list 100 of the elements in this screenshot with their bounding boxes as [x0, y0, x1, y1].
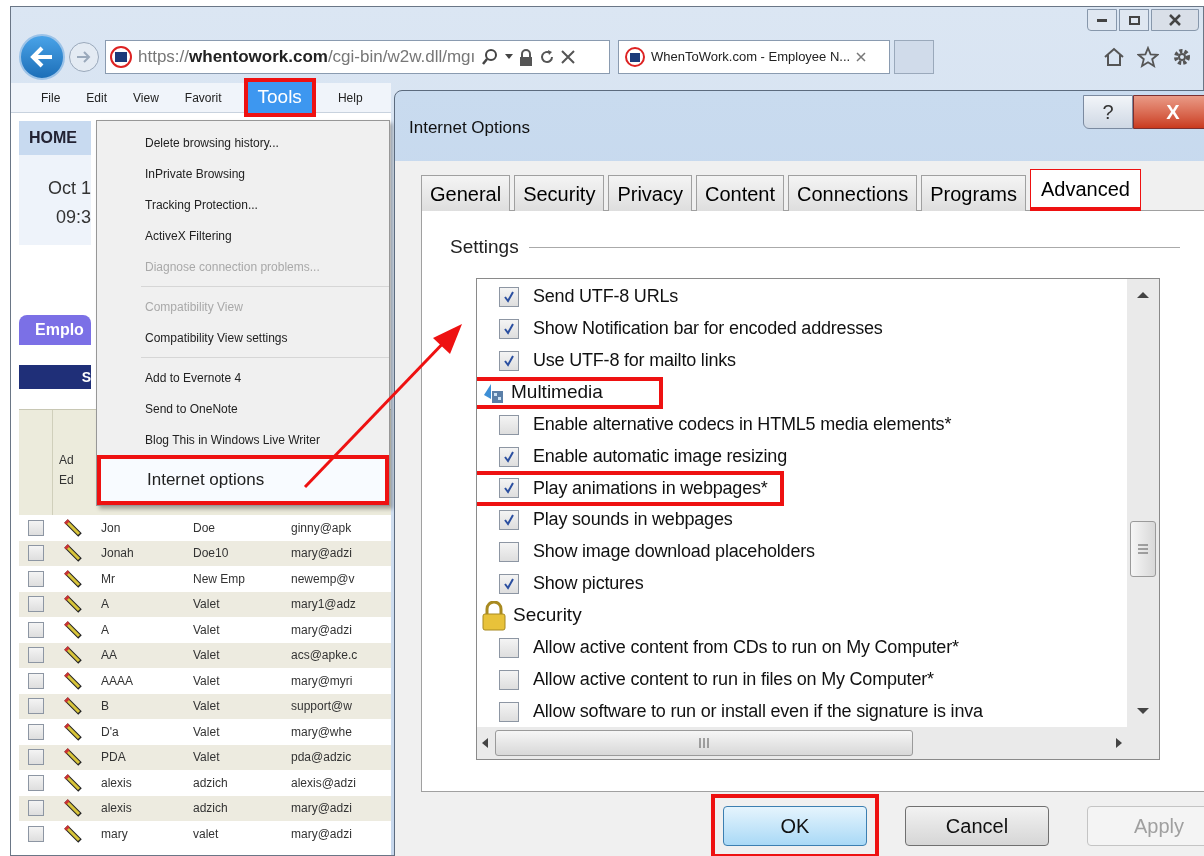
section-tab[interactable]: Emplo: [19, 315, 91, 345]
settings-option[interactable]: Show Notification bar for encoded addresses: [477, 312, 899, 345]
dialog-tab[interactable]: Privacy: [608, 175, 692, 211]
checkbox[interactable]: [28, 621, 44, 638]
settings-option[interactable]: Show pictures: [477, 567, 660, 600]
menu-item[interactable]: Edit: [82, 84, 112, 111]
dialog-button[interactable]: OK: [723, 806, 867, 846]
pencil-icon[interactable]: [63, 619, 83, 640]
right-arrow-icon[interactable]: [1115, 737, 1123, 748]
checkbox[interactable]: [499, 541, 519, 562]
menu-option[interactable]: Delete browsing history...: [97, 127, 389, 158]
browser-tab[interactable]: WhenToWork.com - Employee N...: [618, 40, 890, 74]
checkbox[interactable]: [499, 701, 519, 722]
pencil-icon[interactable]: [63, 772, 83, 793]
settings-option[interactable]: Play sounds in webpages: [477, 503, 749, 536]
menu-option[interactable]: Blog This in Windows Live Writer: [97, 424, 389, 455]
checkbox[interactable]: [28, 570, 44, 587]
menu-option[interactable]: Add to Evernote 4: [97, 362, 389, 393]
settings-option[interactable]: Allow active content from CDs to run on My Computer*: [477, 631, 975, 664]
pencil-icon[interactable]: [63, 517, 83, 538]
dialog-tab[interactable]: Content: [696, 175, 785, 211]
menu-option[interactable]: Tracking Protection...: [97, 189, 389, 220]
checkbox[interactable]: [28, 519, 44, 536]
checkbox[interactable]: [28, 774, 44, 791]
menu-option[interactable]: InPrivate Browsing: [97, 158, 389, 189]
checkbox[interactable]: [28, 698, 44, 715]
checkbox[interactable]: [499, 350, 519, 371]
checkbox[interactable]: [499, 318, 519, 339]
maximize-button[interactable]: [1119, 9, 1149, 31]
horizontal-scrollbar[interactable]: [477, 726, 1127, 759]
pencil-icon[interactable]: [63, 721, 83, 742]
menu-item[interactable]: View: [129, 84, 163, 111]
scroll-thumb[interactable]: [495, 729, 913, 756]
checkbox[interactable]: [499, 414, 519, 435]
menu-item[interactable]: Help: [333, 84, 367, 111]
dialog-tab[interactable]: Programs: [921, 175, 1026, 211]
home-icon[interactable]: [1103, 46, 1125, 68]
vertical-scrollbar[interactable]: [1127, 278, 1159, 759]
dialog-tab[interactable]: Connections: [788, 175, 918, 211]
settings-option[interactable]: Allow active content to run in files on My Computer*: [477, 663, 950, 696]
refresh-icon[interactable]: [539, 49, 556, 65]
checkbox[interactable]: [499, 669, 519, 690]
settings-option[interactable]: Send UTF-8 URLs: [477, 280, 695, 313]
checkbox[interactable]: [499, 573, 519, 594]
table-cell-text: A: [100, 596, 110, 614]
left-arrow-icon[interactable]: [481, 737, 489, 748]
pencil-icon[interactable]: [63, 568, 83, 589]
scroll-thumb[interactable]: [1130, 520, 1156, 577]
pencil-icon[interactable]: [63, 543, 83, 564]
back-button[interactable]: [19, 34, 65, 80]
star-icon[interactable]: [1137, 46, 1159, 68]
settings-icon[interactable]: [1171, 46, 1193, 68]
settings-option[interactable]: Allow software to run or install even if the signature is inva: [477, 695, 999, 727]
checkbox[interactable]: [28, 647, 44, 664]
dialog-tab[interactable]: Advanced: [1029, 169, 1141, 211]
checkbox[interactable]: [28, 825, 44, 842]
settings-option[interactable]: Show image download placeholders: [477, 535, 831, 568]
pencil-icon[interactable]: [63, 594, 83, 615]
close-icon[interactable]: [856, 52, 867, 62]
settings-option[interactable]: Use UTF-8 for mailto links: [477, 344, 752, 377]
pencil-icon[interactable]: [63, 823, 83, 844]
checkbox[interactable]: [28, 545, 44, 562]
checkbox[interactable]: [499, 446, 519, 467]
pencil-icon[interactable]: [63, 645, 83, 666]
checkbox[interactable]: [28, 596, 44, 613]
pencil-icon[interactable]: [63, 798, 83, 819]
pencil-icon[interactable]: [63, 670, 83, 691]
pencil-icon[interactable]: [63, 696, 83, 717]
menu-option[interactable]: Compatibility View settings: [97, 322, 389, 353]
checkbox[interactable]: [499, 286, 519, 307]
down-arrow-icon[interactable]: [1137, 706, 1149, 715]
dialog-button[interactable]: Cancel: [905, 806, 1049, 846]
settings-option[interactable]: Play animations in webpages*: [477, 470, 784, 506]
checkbox[interactable]: [28, 672, 44, 689]
checkbox[interactable]: [499, 478, 519, 498]
stop-icon[interactable]: [561, 50, 576, 64]
dialog-tab[interactable]: General: [421, 175, 511, 211]
checkbox[interactable]: [499, 509, 519, 530]
menu-option[interactable]: Internet options: [97, 455, 389, 505]
menu-option[interactable]: Send to OneNote: [97, 393, 389, 424]
home-tab[interactable]: HOME: [19, 121, 91, 155]
menu-item[interactable]: Favorit: [180, 84, 226, 111]
address-bar[interactable]: https://whentowork.com/cgi-bin/w2w.dll/mgı: [105, 40, 610, 74]
help-button[interactable]: ?: [1083, 95, 1133, 129]
up-arrow-icon[interactable]: [1137, 290, 1149, 299]
close-button[interactable]: [1151, 9, 1199, 31]
checkbox[interactable]: [499, 637, 519, 658]
dialog-tab[interactable]: Security: [514, 175, 605, 211]
checkbox[interactable]: [28, 749, 44, 766]
settings-option[interactable]: Enable alternative codecs in HTML5 media elements*: [477, 408, 968, 441]
caret-icon[interactable]: [505, 54, 514, 60]
pencil-icon[interactable]: [63, 747, 83, 768]
search-icon[interactable]: [481, 48, 500, 66]
minimize-button[interactable]: [1087, 9, 1117, 31]
settings-option[interactable]: Enable automatic image resizing: [477, 440, 803, 473]
checkbox[interactable]: [28, 800, 44, 817]
checkbox[interactable]: [28, 723, 44, 740]
menu-option[interactable]: ActiveX Filtering: [97, 220, 389, 251]
right-arrow-icon: [76, 50, 92, 64]
menu-item[interactable]: File: [37, 84, 65, 111]
